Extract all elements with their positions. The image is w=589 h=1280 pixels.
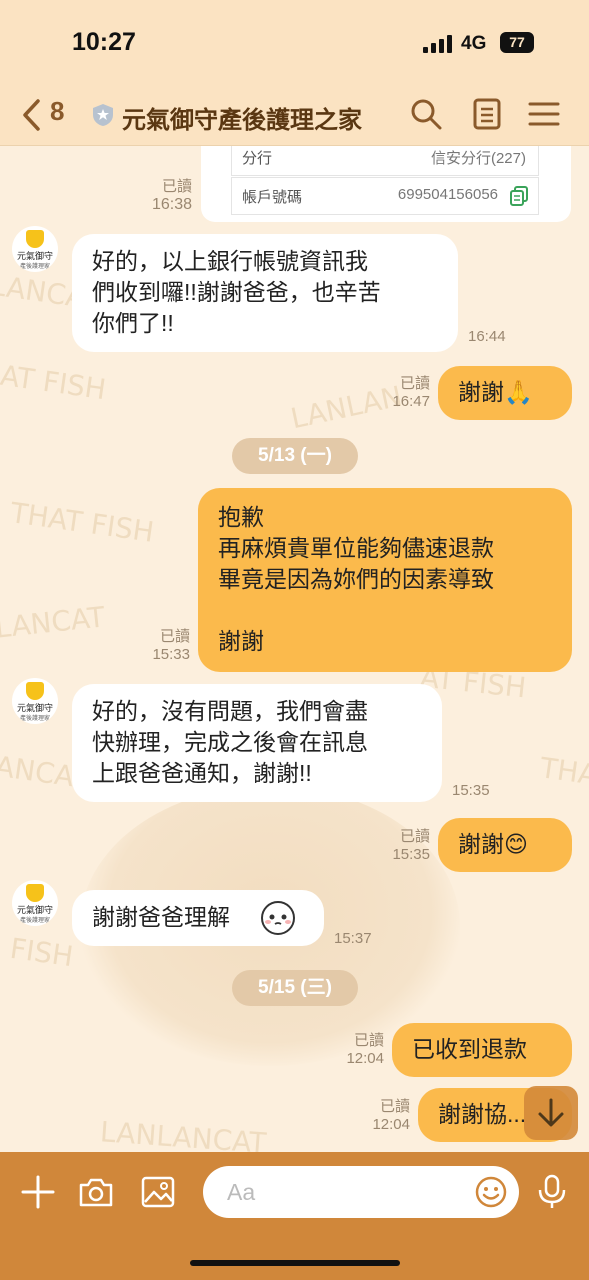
status-time: 10:27 xyxy=(72,28,136,56)
message-bubble[interactable]: 好的，沒有問題，我們會盡 快辦理，完成之後會在訊息 上跟爸爸通知，謝謝!! xyxy=(72,684,442,802)
message-time: 16:47 xyxy=(392,393,430,410)
chat-area[interactable]: LANCAT AT FISH LANLAN THAT FISH LANCAT A… xyxy=(0,146,589,1152)
bank-row: 分行 信安分行(227) xyxy=(231,146,539,176)
logo-icon xyxy=(26,884,44,902)
arrow-down-icon xyxy=(538,1098,564,1127)
message-bubble[interactable]: 謝謝爸爸理解 xyxy=(72,890,324,946)
message-bubble[interactable]: 已收到退款 xyxy=(392,1023,572,1077)
message-meta: 已讀 15:33 xyxy=(138,628,190,664)
face-icon xyxy=(261,901,295,935)
message-time: 16:38 xyxy=(151,196,192,213)
message-time: 12:04 xyxy=(372,1116,410,1133)
chat-header: 8 元氣御守產後護理之家 xyxy=(0,82,589,146)
bank-row-label: 分行 xyxy=(242,150,273,167)
message-meta: 已讀 12:04 xyxy=(330,1032,384,1068)
read-receipt: 已讀 xyxy=(353,1032,384,1049)
status-bar: 10:27 4G 77 xyxy=(0,0,589,82)
shield-icon xyxy=(93,104,113,126)
bank-row-label: 帳戶號碼 xyxy=(242,189,303,206)
message-meta: 已讀 12:04 xyxy=(356,1098,410,1134)
signal-icon xyxy=(423,35,452,53)
avatar[interactable]: 元氣御守 產後護理家 xyxy=(12,880,58,926)
read-receipt: 已讀 xyxy=(399,828,430,845)
unread-count: 8 xyxy=(50,96,65,126)
message-meta: 已讀 15:35 xyxy=(376,828,430,864)
message-bubble[interactable]: 好的，以上銀行帳號資訊我 們收到囉!!謝謝爸爸，也辛苦 你們了!! xyxy=(72,234,458,352)
bank-row-value: 699504156056 xyxy=(397,186,498,203)
image-icon[interactable] xyxy=(140,1174,176,1210)
bank-info-card: 分行 信安分行(227) 帳戶號碼 699504156056 xyxy=(201,146,571,222)
search-icon[interactable] xyxy=(410,98,442,130)
network-label: 4G xyxy=(461,33,487,54)
message-time: 15:37 xyxy=(334,930,372,947)
wallpaper-text: FISH xyxy=(8,931,76,974)
message-meta: 已讀 16:47 xyxy=(376,375,430,411)
battery-icon: 77 xyxy=(500,32,534,53)
message-time: 16:44 xyxy=(468,328,506,345)
wallpaper-text: AT FISH xyxy=(0,358,108,407)
message-text: 謝謝爸爸理解 xyxy=(92,904,230,930)
avatar-sub: 產後護理家 xyxy=(19,918,50,924)
date-separator: 5/13 (一) xyxy=(232,438,358,474)
wallpaper-text: THAT FISH xyxy=(8,496,156,549)
home-indicator xyxy=(190,1260,400,1266)
message-input-placeholder: Aa xyxy=(227,1179,256,1205)
date-separator: 5/15 (三) xyxy=(232,970,358,1006)
composer-bar: Aa xyxy=(0,1152,589,1280)
read-receipt: 已讀 xyxy=(159,628,190,645)
notes-icon[interactable] xyxy=(471,98,503,130)
chat-title: 元氣御守產後護理之家 xyxy=(122,107,362,134)
emoji-icon[interactable] xyxy=(475,1176,507,1208)
chevron-left-icon xyxy=(23,99,40,131)
logo-icon xyxy=(26,230,44,248)
plus-icon[interactable] xyxy=(20,1174,56,1210)
message-time: 15:35 xyxy=(392,846,430,863)
wallpaper-text: LANLANCAT xyxy=(99,1115,268,1152)
logo-icon xyxy=(26,682,44,700)
message-time: 12:04 xyxy=(346,1050,384,1067)
message-time: 15:33 xyxy=(152,646,190,663)
scroll-to-bottom-button[interactable] xyxy=(524,1086,578,1140)
avatar[interactable]: 元氣御守 產後護理家 xyxy=(12,226,58,272)
message-meta: 已讀 16:38 xyxy=(140,178,192,214)
message-input[interactable]: Aa xyxy=(203,1166,519,1218)
mic-icon[interactable] xyxy=(534,1174,570,1210)
wallpaper-text: LANCAT xyxy=(0,600,107,645)
copy-icon[interactable] xyxy=(510,186,528,206)
read-receipt: 已讀 xyxy=(399,375,430,392)
back-button[interactable]: 8 xyxy=(20,96,72,132)
read-receipt: 已讀 xyxy=(161,178,192,195)
menu-icon[interactable] xyxy=(528,98,560,130)
camera-icon[interactable] xyxy=(78,1174,114,1210)
read-receipt: 已讀 xyxy=(379,1098,410,1115)
avatar-sub: 產後護理家 xyxy=(19,264,50,270)
message-bubble[interactable]: 謝謝😊 xyxy=(438,818,572,872)
message-bubble[interactable]: 抱歉 再麻煩貴單位能夠儘速退款 畢竟是因為妳們的因素導致 謝謝 xyxy=(198,488,572,672)
wallpaper-text: THAT xyxy=(538,751,589,794)
message-bubble[interactable]: 謝謝🙏 xyxy=(438,366,572,420)
avatar-sub: 產後護理家 xyxy=(19,716,50,722)
avatar[interactable]: 元氣御守 產後護理家 xyxy=(12,678,58,724)
bank-row-value: 信安分行(227) xyxy=(430,150,526,167)
bank-row: 帳戶號碼 699504156056 xyxy=(231,177,539,215)
message-time: 15:35 xyxy=(452,782,490,799)
